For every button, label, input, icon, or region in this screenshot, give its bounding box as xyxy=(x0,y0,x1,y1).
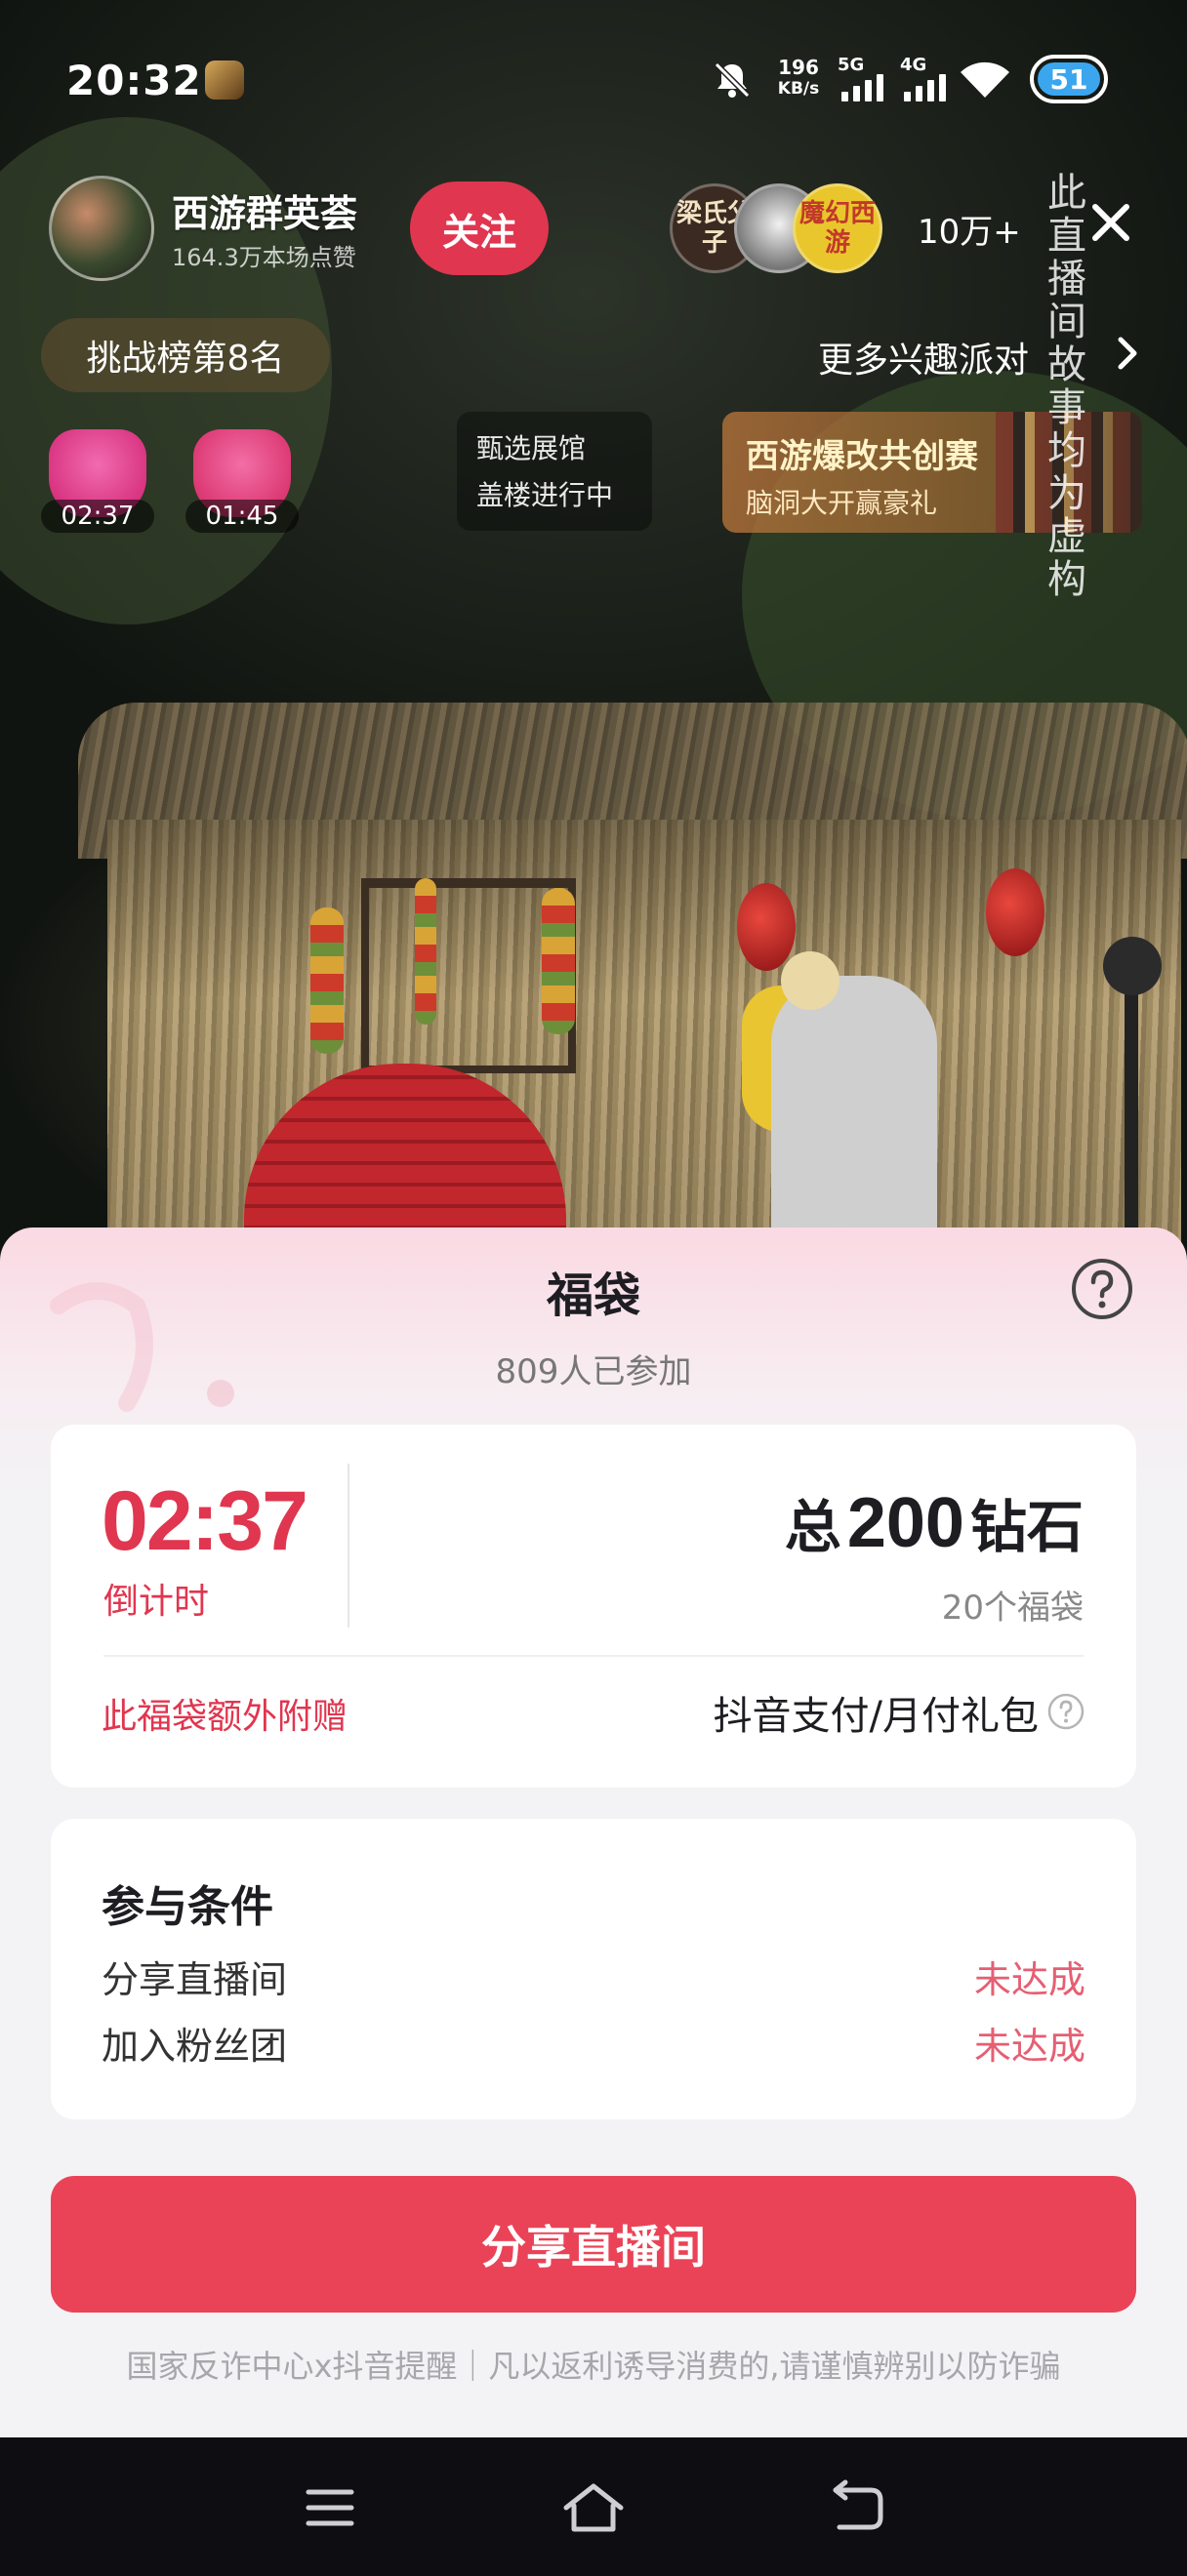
lucky-bag-sheet: 福袋 809人已参加 02:37 倒计时 总 200 钻石 20个福袋 此福袋额… xyxy=(0,1228,1187,2437)
bag-timer: 01:45 xyxy=(185,500,299,533)
lucky-bag-entry[interactable]: 02:37 xyxy=(41,420,154,533)
costumed-performer xyxy=(771,976,937,1259)
anchor-profile[interactable]: 西游群英荟 164.3万本场点赞 xyxy=(43,172,404,285)
help-icon[interactable] xyxy=(1046,1692,1085,1731)
home-icon[interactable] xyxy=(558,2476,629,2539)
event-subtitle: 脑洞大开赢豪礼 xyxy=(746,487,938,519)
close-icon[interactable] xyxy=(1084,195,1138,250)
extra-gift-label: 此福袋额外附赠 xyxy=(102,1697,348,1737)
fiction-disclaimer: 此直播间故事均为虚构 xyxy=(1047,171,1086,602)
wifi-icon xyxy=(961,61,1009,98)
status-bar: 20:32 196 KB/s 5G 4G 51 xyxy=(0,39,1187,117)
condition-name: 分享直播间 xyxy=(102,1958,288,2001)
system-nav-bar xyxy=(0,2437,1187,2576)
share-live-button[interactable]: 分享直播间 xyxy=(51,2176,1136,2313)
countdown-timer: 02:37 xyxy=(102,1474,308,1568)
back-icon[interactable] xyxy=(822,2476,892,2539)
avatar[interactable] xyxy=(49,176,154,281)
divider xyxy=(348,1464,349,1628)
lucky-bag-entry[interactable]: 01:45 xyxy=(185,420,299,533)
bag-count: 20个福袋 xyxy=(941,1589,1084,1628)
conditions-card: 参与条件 分享直播间 未达成 加入粉丝团 未达成 xyxy=(51,1819,1136,2119)
red-lantern xyxy=(737,883,796,971)
countdown-label: 倒计时 xyxy=(103,1582,210,1622)
condition-status: 未达成 xyxy=(973,1958,1085,2001)
menu-icon[interactable] xyxy=(295,2476,365,2539)
event-title: 西游爆改共创赛 xyxy=(746,437,978,476)
signal-icon: 5G xyxy=(838,55,900,103)
mute-icon xyxy=(714,61,751,99)
extra-gift-value: 抖音支付/月付礼包 xyxy=(713,1694,1039,1739)
red-lantern xyxy=(986,868,1044,956)
challenge-rank-badge[interactable]: 挑战榜第8名 xyxy=(41,318,330,392)
follow-button[interactable]: 关注 xyxy=(410,181,549,275)
help-icon[interactable] xyxy=(1070,1257,1134,1321)
like-count: 164.3万本场点赞 xyxy=(172,244,356,271)
participant-count: 809人已参加 xyxy=(495,1352,692,1391)
hanging-peppers xyxy=(542,888,575,1034)
anti-fraud-notice: 国家反诈中心x抖音提醒｜凡以返利诱导消费的,请谨慎辨别以防诈骗 xyxy=(126,2348,1061,2385)
viewer-avatar[interactable]: 魔幻西游 xyxy=(793,183,882,273)
hanging-peppers xyxy=(415,878,436,1025)
condition-status: 未达成 xyxy=(973,2025,1085,2068)
bag-timer: 02:37 xyxy=(41,500,154,533)
sheet-title: 福袋 xyxy=(546,1268,640,1323)
anchor-name: 西游群英荟 xyxy=(172,192,358,235)
app-notification-icon xyxy=(205,60,244,100)
condition-row: 加入粉丝团 未达成 xyxy=(102,2016,1085,2071)
condition-name: 加入粉丝团 xyxy=(102,2025,288,2068)
condition-row: 分享直播间 未达成 xyxy=(102,1950,1085,2004)
lamp-post xyxy=(1125,966,1138,1259)
hanging-peppers xyxy=(310,907,344,1054)
chevron-right-icon[interactable] xyxy=(1103,330,1150,377)
prize-card: 02:37 倒计时 总 200 钻石 20个福袋 此福袋额外附赠 抖音支付/月付… xyxy=(51,1425,1136,1788)
more-party-link[interactable]: 更多兴趣派对 xyxy=(818,332,1029,382)
clock: 20:32 xyxy=(66,57,202,104)
viewer-count[interactable]: 10万+ xyxy=(918,205,1021,253)
exhibition-tip[interactable]: 甄选展馆 盖楼进行中 xyxy=(457,412,652,531)
conditions-title: 参与条件 xyxy=(102,1882,273,1932)
signal-icon: 4G xyxy=(900,55,962,103)
network-speed: 196 KB/s xyxy=(777,56,820,99)
total-reward: 总 200 钻石 xyxy=(784,1484,1084,1562)
divider xyxy=(103,1655,1084,1657)
battery-icon: 51 xyxy=(1030,55,1108,103)
